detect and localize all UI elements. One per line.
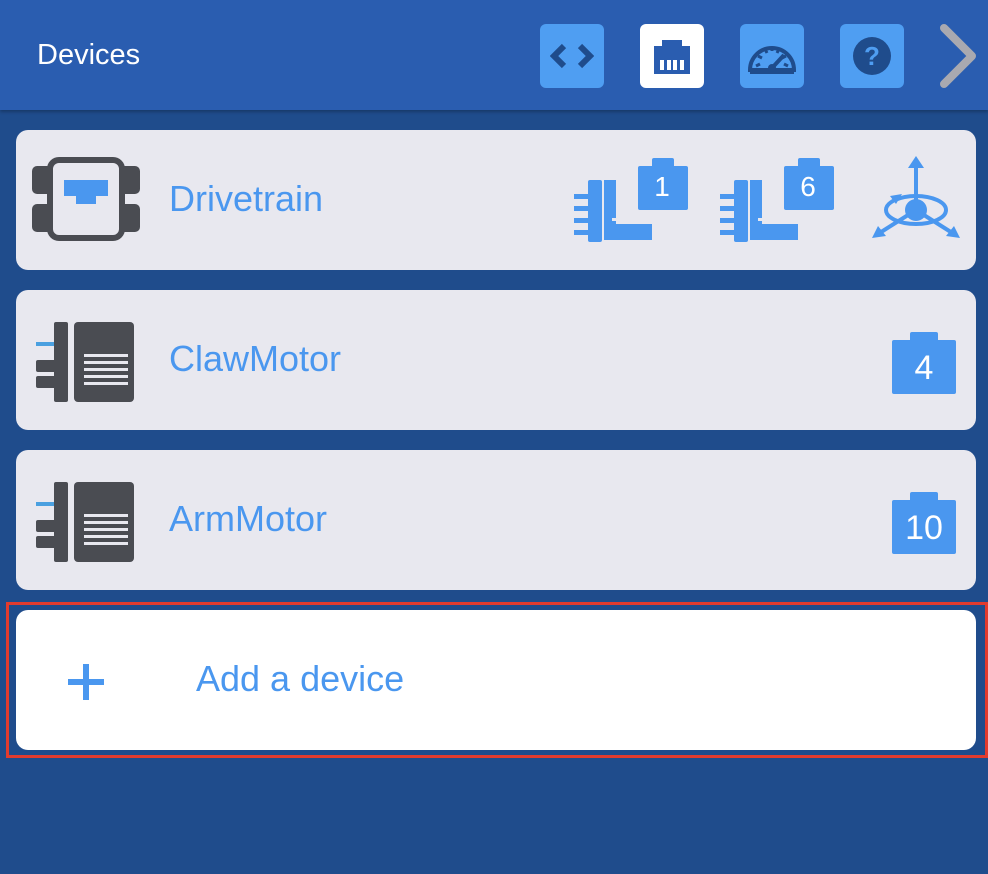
device-card-clawmotor[interactable]: ClawMotor 4 — [16, 290, 976, 430]
port-number: 1 — [654, 171, 670, 202]
dashboard-button[interactable] — [740, 24, 804, 88]
add-device-label: Add a device — [196, 658, 405, 699]
motor-icon — [36, 482, 134, 562]
header-bar: Devices ? — [0, 0, 988, 110]
code-view-button[interactable] — [540, 24, 604, 88]
code-brackets-icon — [550, 43, 594, 69]
drivetrain-icon — [32, 157, 140, 241]
port-number: 4 — [914, 349, 934, 387]
port-badge: 10 — [892, 492, 956, 554]
port-badge: 4 — [892, 332, 956, 394]
port-number: 6 — [800, 171, 816, 202]
gyro-sensor-icon — [872, 156, 960, 238]
devices-button[interactable] — [640, 24, 704, 88]
device-name: ClawMotor — [169, 338, 342, 379]
svg-text:?: ? — [864, 41, 880, 71]
device-name: Drivetrain — [169, 178, 324, 219]
speedometer-icon — [747, 46, 797, 74]
ethernet-port-icon — [654, 40, 690, 74]
port-number: 10 — [905, 509, 943, 547]
device-card-drivetrain[interactable]: Drivetrain 1 6 — [16, 130, 976, 270]
add-device-button[interactable]: Add a device — [16, 610, 976, 750]
chevron-right-icon[interactable] — [934, 22, 984, 90]
device-name: ArmMotor — [169, 498, 328, 539]
device-card-armmotor[interactable]: ArmMotor 10 — [16, 450, 976, 590]
help-button[interactable]: ? — [840, 24, 904, 88]
question-mark-icon: ? — [853, 37, 891, 75]
plus-icon — [68, 664, 104, 700]
motor-icon — [36, 322, 134, 402]
page-title: Devices — [37, 39, 141, 71]
motor-port-badge: 6 — [718, 154, 836, 246]
motor-port-badge: 1 — [572, 154, 690, 246]
